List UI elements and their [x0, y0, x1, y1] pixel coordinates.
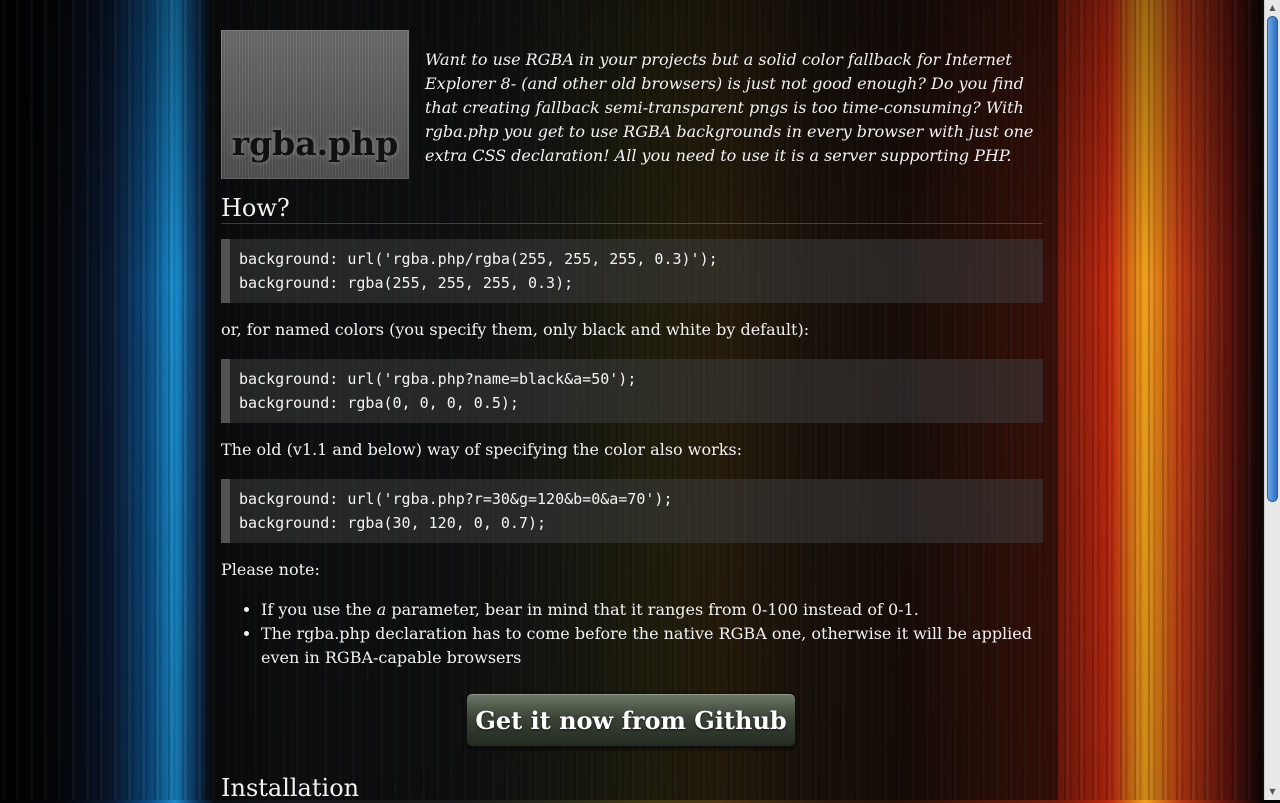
github-download-button[interactable]: Get it now from Github — [466, 693, 796, 747]
code-line: background: rgba(30, 120, 0, 0.7); — [239, 514, 547, 532]
code-line: background: url('rgba.php/rgba(255, 255,… — [239, 250, 718, 268]
named-colors-text: or, for named colors (you specify them, … — [221, 320, 810, 339]
code-line: background: url('rgba.php?r=30&g=120&b=0… — [239, 490, 673, 508]
intro-text: Want to use RGBA in your projects but a … — [425, 50, 1034, 165]
scroll-down-icon[interactable]: ▼ — [1265, 784, 1280, 800]
code-line: background: rgba(0, 0, 0, 0.5); — [239, 394, 519, 412]
logo-text: rgba.php — [231, 124, 399, 163]
notes-list: If you use the a parameter, bear in mind… — [221, 598, 1043, 670]
code-line: background: url('rgba.php?name=black&a=5… — [239, 370, 637, 388]
old-syntax-text: The old (v1.1 and below) way of specifyi… — [221, 440, 743, 459]
vertical-scrollbar[interactable]: ▲ ▼ — [1264, 0, 1280, 800]
how-heading: How? — [221, 193, 1043, 224]
note-text: parameter, bear in mind that it ranges f… — [386, 600, 919, 619]
code-block-old: background: url('rgba.php?r=30&g=120&b=0… — [221, 479, 1043, 543]
logo: rgba.php — [221, 30, 409, 179]
installation-heading: Installation — [221, 774, 360, 802]
code-block-named: background: url('rgba.php?name=black&a=5… — [221, 359, 1043, 423]
scroll-up-icon[interactable]: ▲ — [1265, 0, 1280, 16]
param-name: a — [376, 600, 387, 619]
list-item: The rgba.php declaration has to come bef… — [261, 622, 1043, 670]
note-label: Please note: — [221, 560, 320, 579]
scrollbar-thumb[interactable] — [1267, 16, 1278, 502]
note-text: If you use the — [261, 600, 377, 619]
list-item: If you use the a parameter, bear in mind… — [261, 598, 1043, 622]
code-block-rgba: background: url('rgba.php/rgba(255, 255,… — [221, 239, 1043, 303]
code-line: background: rgba(255, 255, 255, 0.3); — [239, 274, 574, 292]
